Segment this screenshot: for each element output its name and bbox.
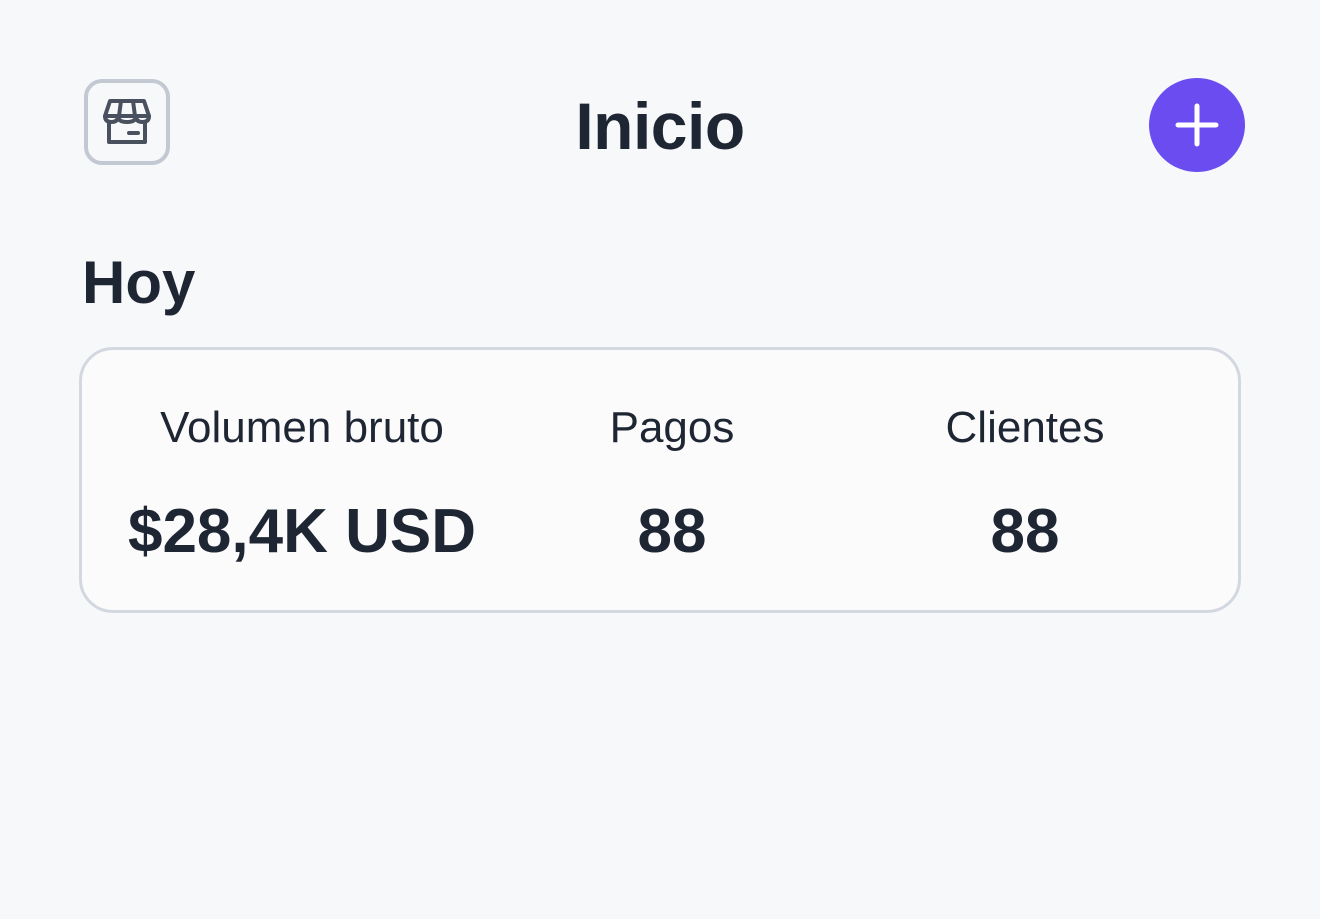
section-heading-today: Hoy [82,249,196,316]
add-button[interactable] [1149,78,1245,172]
metric-label: Clientes [945,403,1105,452]
metric-value: 88 [637,497,707,566]
metric-gross-volume: Volumen bruto $28,4K USD [122,350,482,610]
today-summary-card: Volumen bruto $28,4K USD Pagos 88 Client… [79,347,1241,613]
plus-icon [1172,100,1222,150]
page-title: Inicio [575,89,745,163]
metric-value: $28,4K USD [127,497,477,566]
metric-payments: Pagos 88 [572,350,772,610]
metric-label: Pagos [609,403,735,452]
metric-value: 88 [990,497,1060,566]
metric-clients: Clientes 88 [905,350,1145,610]
metric-label: Volumen bruto [160,403,444,452]
